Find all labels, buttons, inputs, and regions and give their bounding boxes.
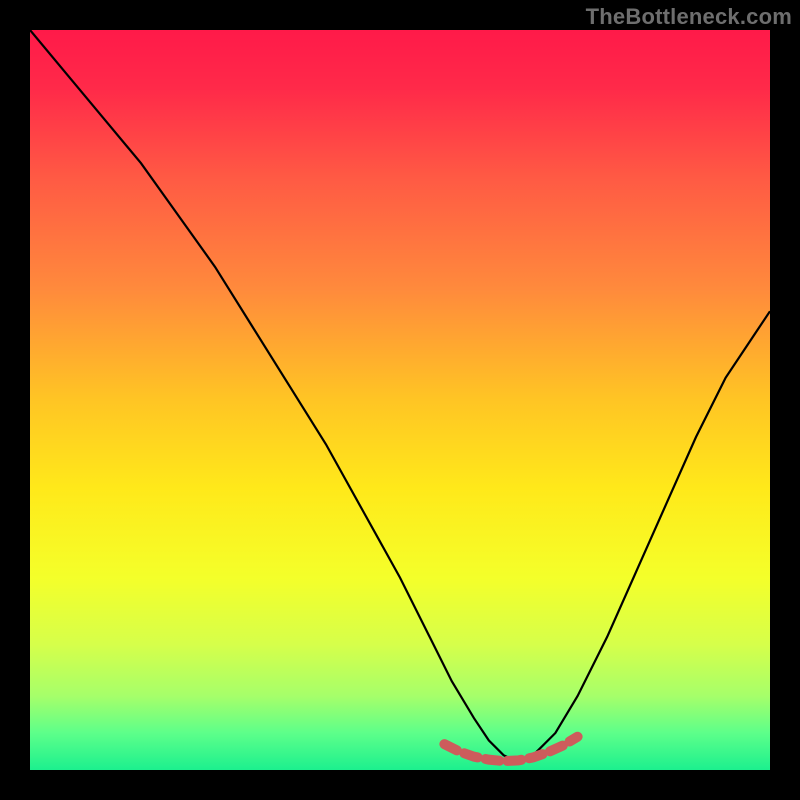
chart-svg — [30, 30, 770, 770]
chart-frame: TheBottleneck.com — [0, 0, 800, 800]
chart-background — [30, 30, 770, 770]
watermark-text: TheBottleneck.com — [586, 4, 792, 30]
chart-plot-area — [30, 30, 770, 770]
